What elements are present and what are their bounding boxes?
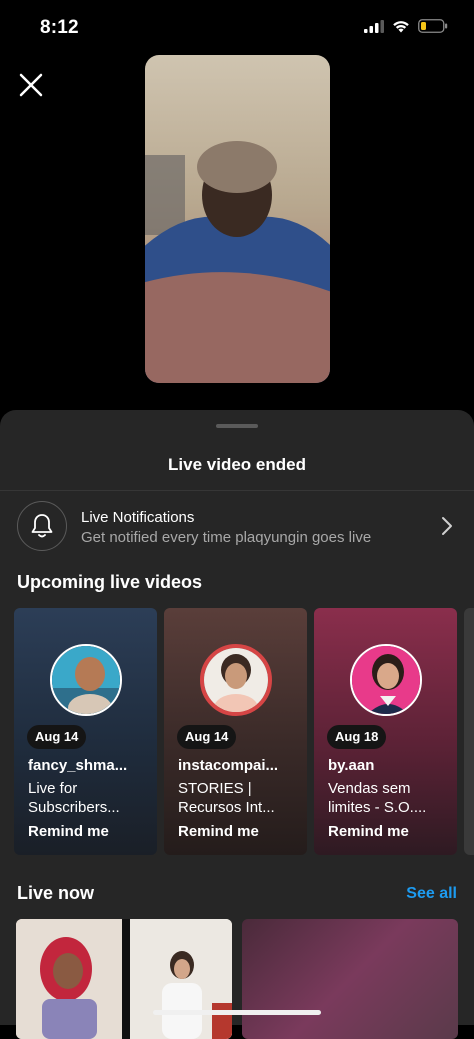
live-now-card[interactable] — [242, 919, 458, 1039]
card-description-line: Live for — [28, 780, 78, 797]
card-username: instacompai... — [178, 757, 279, 774]
avatar — [350, 644, 422, 716]
card-description-line: Subscribers... — [28, 799, 120, 816]
upcoming-section-title: Upcoming live videos — [17, 572, 203, 592]
card-description-line: limites - S.O.... — [328, 799, 427, 816]
date-badge: Aug 18 — [327, 725, 387, 749]
live-notifications-row[interactable]: Live Notifications Get notified every ti… — [0, 498, 474, 574]
live-now-section-title: Live now — [17, 883, 95, 903]
sheet-grabber[interactable] — [216, 424, 258, 428]
avatar — [200, 644, 272, 716]
remind-me-button[interactable]: Remind me — [328, 823, 409, 840]
upcoming-live-carousel[interactable]: Aug 14 fancy_shma... Live for Subscriber… — [14, 608, 474, 856]
card-description-line: STORIES | — [178, 780, 252, 797]
card-description-line: Vendas sem — [328, 780, 411, 797]
date-badge: Aug 14 — [177, 725, 237, 749]
avatar — [50, 644, 122, 716]
card-username: by.aan — [328, 757, 375, 774]
bell-icon — [31, 514, 53, 538]
upcoming-live-card[interactable]: Aug 14 fancy_shma... Live for Subscriber… — [14, 608, 157, 855]
remind-me-button[interactable]: Remind me — [178, 823, 259, 840]
home-indicator[interactable] — [153, 1010, 321, 1015]
status-bar: 8:12 — [0, 0, 474, 56]
notifications-title: Live Notifications — [81, 509, 195, 526]
upcoming-live-card[interactable]: Aug 14 instacompai... STORIES | Recursos… — [164, 608, 307, 855]
bell-icon-circle — [17, 501, 67, 551]
wifi-icon — [393, 20, 409, 32]
signal-icon — [364, 19, 384, 33]
card-description: Vendas sem limites - S.O.... — [328, 779, 453, 817]
notifications-subtitle: Get notified every time plaqyungin goes … — [81, 529, 372, 546]
live-ended-sheet: Live video ended Live Notifications Get … — [0, 410, 474, 1039]
close-icon — [19, 73, 43, 97]
ended-live-video-preview — [145, 55, 330, 383]
card-description: STORIES | Recursos Int... — [178, 779, 303, 817]
status-icons — [364, 19, 448, 33]
upcoming-live-card[interactable]: Aug 18 by.aan Vendas sem limites - S.O..… — [314, 608, 457, 855]
divider — [0, 490, 474, 491]
battery-icon — [418, 19, 448, 33]
close-button[interactable] — [16, 70, 46, 100]
status-time: 8:12 — [40, 17, 79, 38]
card-description-line: Recursos Int... — [178, 799, 275, 816]
card-username: fancy_shma... — [28, 757, 128, 774]
see-all-link[interactable]: See all — [406, 885, 457, 903]
upcoming-live-card-peek[interactable] — [464, 608, 474, 855]
card-description: Live for Subscribers... — [28, 779, 153, 817]
remind-me-button[interactable]: Remind me — [28, 823, 109, 840]
sheet-title: Live video ended — [168, 455, 306, 474]
live-now-card[interactable] — [16, 919, 232, 1039]
date-badge: Aug 14 — [27, 725, 87, 749]
chevron-right-icon — [442, 517, 452, 535]
